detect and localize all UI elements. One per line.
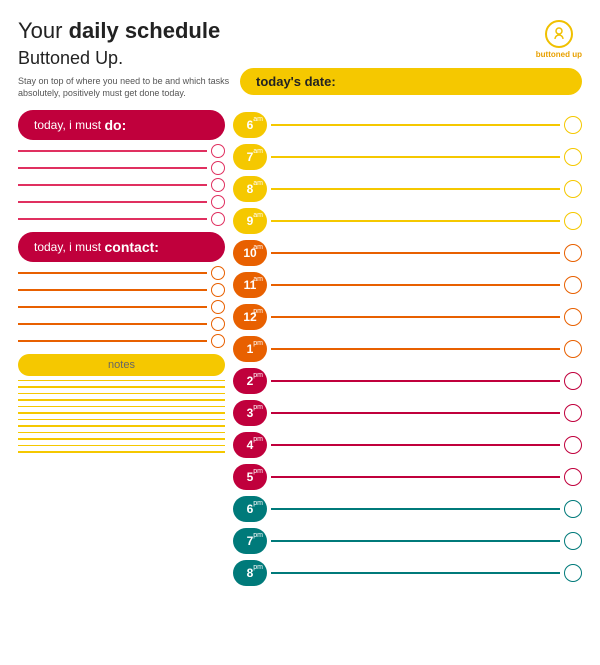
time-row: 10 am bbox=[233, 238, 582, 268]
task-line bbox=[18, 178, 225, 192]
task-line bbox=[18, 317, 225, 331]
left-panel: today, i must do: today, i must contact: bbox=[18, 110, 233, 665]
time-line bbox=[271, 380, 560, 382]
time-bubble: 7 am bbox=[233, 144, 267, 170]
subtitle: Stay on top of where you need to be and … bbox=[18, 75, 238, 100]
time-circle bbox=[564, 500, 582, 518]
time-bubble: 3 pm bbox=[233, 400, 267, 426]
time-bubble: 5 pm bbox=[233, 464, 267, 490]
time-row: 2 pm bbox=[233, 366, 582, 396]
task-line bbox=[18, 195, 225, 209]
time-circle bbox=[564, 532, 582, 550]
logo: buttoned up bbox=[536, 20, 582, 59]
main-layout: today, i must do: today, i must contact: bbox=[18, 110, 582, 665]
time-bubble: 6 am bbox=[233, 112, 267, 138]
notes-label: notes bbox=[18, 354, 225, 376]
time-bubble: 8 pm bbox=[233, 560, 267, 586]
time-bubble: 6 pm bbox=[233, 496, 267, 522]
time-line bbox=[271, 412, 560, 414]
time-row: 3 pm bbox=[233, 398, 582, 428]
time-circle bbox=[564, 468, 582, 486]
time-circle bbox=[564, 372, 582, 390]
time-circle bbox=[564, 116, 582, 134]
time-line bbox=[271, 124, 560, 126]
time-row: 12 pm bbox=[233, 302, 582, 332]
time-bubble: 9 am bbox=[233, 208, 267, 234]
task-line bbox=[18, 283, 225, 297]
time-bubble: 1 pm bbox=[233, 336, 267, 362]
time-row: 9 am bbox=[233, 206, 582, 236]
do-label: today, i must do: bbox=[18, 110, 225, 140]
time-bubble: 12 pm bbox=[233, 304, 267, 330]
task-line bbox=[18, 212, 225, 226]
time-circle bbox=[564, 276, 582, 294]
page: Your daily schedule Buttoned Up. Stay on… bbox=[0, 0, 600, 648]
time-circle bbox=[564, 212, 582, 230]
task-line bbox=[18, 334, 225, 348]
time-line bbox=[271, 348, 560, 350]
time-line bbox=[271, 444, 560, 446]
contact-task-lines bbox=[18, 266, 225, 348]
time-bubble: 8 am bbox=[233, 176, 267, 202]
time-line bbox=[271, 572, 560, 574]
task-line bbox=[18, 266, 225, 280]
time-line bbox=[271, 252, 560, 254]
header-left: Your daily schedule Buttoned Up. Stay on… bbox=[18, 18, 238, 100]
time-row: 7 am bbox=[233, 142, 582, 172]
time-bubble: 7 pm bbox=[233, 528, 267, 554]
time-row: 4 pm bbox=[233, 430, 582, 460]
date-bar[interactable]: today's date: bbox=[240, 68, 582, 95]
time-line bbox=[271, 316, 560, 318]
time-bubble: 4 pm bbox=[233, 432, 267, 458]
time-circle bbox=[564, 404, 582, 422]
notes-section: notes bbox=[18, 354, 225, 453]
time-line bbox=[271, 188, 560, 190]
time-line bbox=[271, 508, 560, 510]
schedule: 6 am 7 am 8 am 9 am 10 am bbox=[233, 110, 582, 665]
time-bubble: 11 am bbox=[233, 272, 267, 298]
time-row: 5 pm bbox=[233, 462, 582, 492]
time-row: 7 pm bbox=[233, 526, 582, 556]
page-title: Your daily schedule Buttoned Up. bbox=[18, 18, 238, 71]
time-circle bbox=[564, 180, 582, 198]
time-row: 6 pm bbox=[233, 494, 582, 524]
time-circle bbox=[564, 340, 582, 358]
time-circle bbox=[564, 564, 582, 582]
time-bubble: 10 am bbox=[233, 240, 267, 266]
time-row: 6 am bbox=[233, 110, 582, 140]
time-line bbox=[271, 156, 560, 158]
time-circle bbox=[564, 244, 582, 262]
time-line bbox=[271, 476, 560, 478]
task-line bbox=[18, 300, 225, 314]
do-task-lines bbox=[18, 144, 225, 226]
time-line bbox=[271, 284, 560, 286]
time-line bbox=[271, 220, 560, 222]
time-circle bbox=[564, 148, 582, 166]
logo-svg bbox=[551, 26, 567, 42]
time-row: 1 pm bbox=[233, 334, 582, 364]
task-line bbox=[18, 161, 225, 175]
logo-icon bbox=[545, 20, 573, 48]
time-row: 8 pm bbox=[233, 558, 582, 588]
time-bubble: 2 pm bbox=[233, 368, 267, 394]
time-circle bbox=[564, 436, 582, 454]
time-row: 11 am bbox=[233, 270, 582, 300]
task-line bbox=[18, 144, 225, 158]
time-row: 8 am bbox=[233, 174, 582, 204]
time-circle bbox=[564, 308, 582, 326]
time-line bbox=[271, 540, 560, 542]
logo-text: buttoned up bbox=[536, 50, 582, 59]
contact-label: today, i must contact: bbox=[18, 232, 225, 262]
